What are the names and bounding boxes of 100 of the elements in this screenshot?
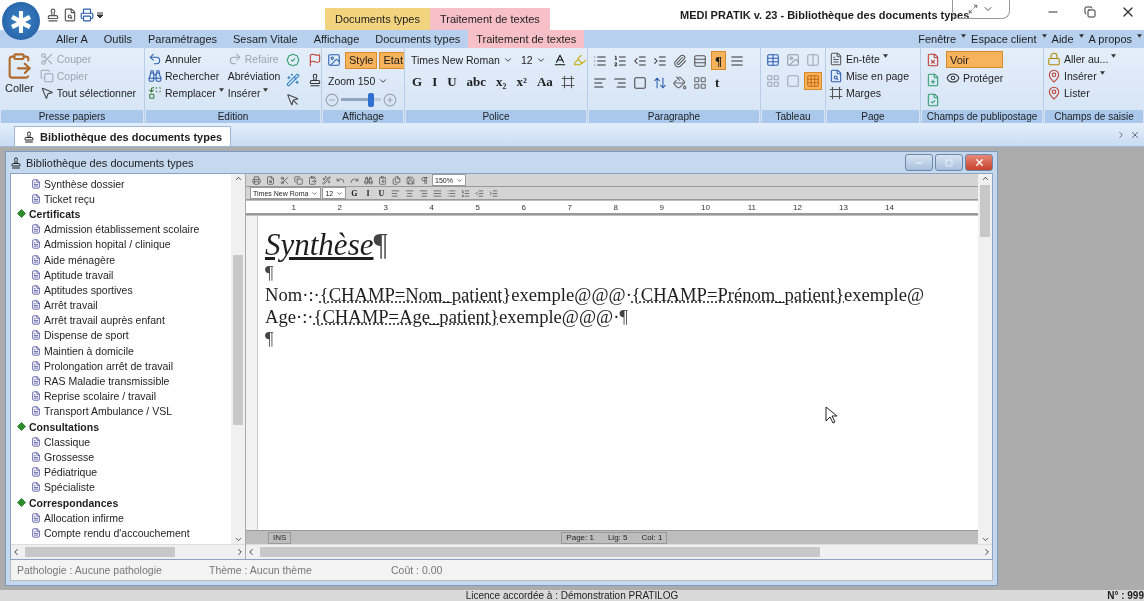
ribbon-tab[interactable]: Outils <box>95 30 140 48</box>
ribbon-tab[interactable]: Sesam Vitale <box>225 30 306 48</box>
chevron-right-icon[interactable] <box>235 547 245 557</box>
chevron-left-icon[interactable] <box>11 547 21 557</box>
zoom-out-icon[interactable] <box>325 93 339 107</box>
ribbon-button[interactable]: Marges <box>829 85 910 100</box>
ribbon-button[interactable]: En-tête <box>829 51 910 66</box>
chevron-up-icon[interactable] <box>233 174 243 183</box>
ribbon-button[interactable]: Tout sélectionner <box>39 85 137 100</box>
format-button[interactable]: I <box>362 187 374 199</box>
ribbon-tab[interactable]: Affichage <box>305 30 368 48</box>
menu-link[interactable]: Fenêtre <box>918 33 957 45</box>
menu-link[interactable]: Aide <box>1051 33 1074 45</box>
format-button[interactable]: G <box>408 72 427 91</box>
vertical-scrollbar[interactable] <box>978 174 992 544</box>
vertical-scrollbar[interactable] <box>231 174 245 544</box>
tree-item[interactable]: Classique <box>17 434 231 450</box>
tree-item[interactable]: Arrêt travail <box>17 297 231 313</box>
ribbon-button[interactable]: Insérer <box>1047 68 1117 83</box>
scrollbar-thumb[interactable] <box>260 547 820 557</box>
page-setup-icon <box>829 68 843 83</box>
ribbon-button[interactable]: Abréviation <box>227 68 281 83</box>
horizontal-scrollbar[interactable] <box>11 544 245 559</box>
ribbon-button[interactable]: Rechercher <box>148 68 224 83</box>
tree-folder[interactable]: Consultations <box>17 419 231 435</box>
ribbon-button[interactable]: Insérer <box>227 85 281 100</box>
menu-link[interactable]: A propos <box>1088 33 1132 45</box>
toggle-button[interactable]: Voir <box>946 51 1004 68</box>
maximize-button[interactable] <box>935 154 963 171</box>
tree-folder[interactable]: Correspondances <box>17 494 231 511</box>
close-button[interactable] <box>965 154 993 171</box>
caret-icon[interactable] <box>97 12 103 18</box>
tree-item[interactable]: Aptitude travail <box>17 267 231 283</box>
zoom-slider[interactable] <box>341 93 381 107</box>
chevron-down-icon[interactable] <box>233 535 243 544</box>
ribbon-button[interactable]: Lister <box>1047 85 1117 100</box>
dropdown-field[interactable]: Zoom 150 <box>325 72 392 90</box>
tree-item[interactable]: Prolongation arrêt de travail <box>17 358 231 374</box>
tree-item[interactable]: Synthèse dossier <box>17 176 231 192</box>
minimize-button[interactable] <box>905 154 933 171</box>
format-button[interactable]: Aa <box>532 72 557 91</box>
chevron-left-icon[interactable] <box>246 547 256 557</box>
format-button[interactable]: t <box>711 73 724 92</box>
document-tab[interactable]: Bibliothèque des documents types <box>14 126 232 146</box>
scrollbar-thumb[interactable] <box>25 547 175 557</box>
format-button[interactable]: I <box>428 72 442 91</box>
chevron-down-icon[interactable] <box>980 535 990 544</box>
tree-item[interactable]: Allocation infirme <box>17 510 231 526</box>
tree-item[interactable]: Admission hopital / clinique <box>17 236 231 252</box>
format-button[interactable]: U <box>443 72 461 91</box>
scrollbar-thumb[interactable] <box>980 185 990 237</box>
restore-icon[interactable] <box>1084 6 1096 18</box>
dropdown-field[interactable]: Times New Roman <box>408 51 516 69</box>
tree-item[interactable]: Maintien à domicile <box>17 343 231 359</box>
format-button[interactable]: abc <box>462 72 491 91</box>
format-button[interactable]: x² <box>512 72 531 91</box>
tree-item[interactable]: Transport Ambulance / VSL <box>17 403 231 419</box>
tree-item[interactable]: Aide ménagère <box>17 251 231 268</box>
tree-item[interactable]: Ticket reçu <box>17 191 231 207</box>
tree-item[interactable]: Arrêt travail auprès enfant <box>17 312 231 328</box>
printer-icon[interactable] <box>80 8 94 22</box>
paste-button[interactable]: Coller <box>3 51 36 95</box>
horizontal-scrollbar[interactable] <box>246 544 992 559</box>
tree-item[interactable]: Pédiatrique <box>17 464 231 480</box>
ribbon-tab[interactable]: Traitement de textes <box>468 30 585 48</box>
tree-item[interactable]: Spécialiste <box>17 479 231 495</box>
ribbon-tab[interactable]: Aller A <box>48 30 96 48</box>
chevron-right-icon[interactable] <box>982 547 992 557</box>
menu-link[interactable]: Espace client <box>971 33 1037 45</box>
tree-item[interactable]: Dispense de sport <box>17 327 231 344</box>
tree-item[interactable]: Grossesse <box>17 449 231 465</box>
format-button[interactable]: x₂ <box>492 72 511 91</box>
ribbon-button[interactable]: Mise en page <box>829 68 910 83</box>
stamp-icon[interactable] <box>46 8 60 22</box>
ribbon-button[interactable]: Annuler <box>148 51 224 66</box>
format-button[interactable]: G <box>347 187 362 199</box>
tree-item[interactable]: RAS Maladie transmissible <box>17 373 231 389</box>
format-button[interactable]: U <box>374 187 389 199</box>
ribbon-button[interactable]: Protéger <box>946 70 1004 85</box>
format-button[interactable]: ¶ <box>711 51 727 70</box>
tree-item[interactable]: Compte rendu d'accouchement <box>17 525 231 541</box>
ribbon-button[interactable]: Aller au... <box>1047 51 1117 66</box>
toggle-button[interactable]: Style <box>345 51 378 69</box>
preview-icon[interactable] <box>63 8 77 22</box>
slider-thumb[interactable] <box>368 93 374 107</box>
chevron-up-icon[interactable] <box>980 174 990 183</box>
tree-item[interactable]: Admission établissement scolaire <box>17 221 231 237</box>
scrollbar-thumb[interactable] <box>233 255 243 425</box>
zoom-in-icon[interactable] <box>383 93 397 107</box>
tree-folder[interactable]: Certificats <box>17 206 231 222</box>
tree-item[interactable]: Aptitudes sportives <box>17 282 231 298</box>
tree-item[interactable]: Reprise scolaire / travail <box>17 388 231 404</box>
chevron-right-icon[interactable] <box>1116 129 1126 140</box>
ribbon-tab[interactable]: Documents types <box>367 30 469 48</box>
ribbon-tab[interactable]: Paramétrages <box>139 30 225 48</box>
square-icon <box>786 74 800 88</box>
app-logo-icon[interactable] <box>2 2 40 40</box>
ribbon-button[interactable]: Remplacer <box>148 85 224 100</box>
dropdown-field[interactable]: 12 <box>517 51 549 69</box>
toggle-button[interactable]: Etat <box>379 51 404 69</box>
